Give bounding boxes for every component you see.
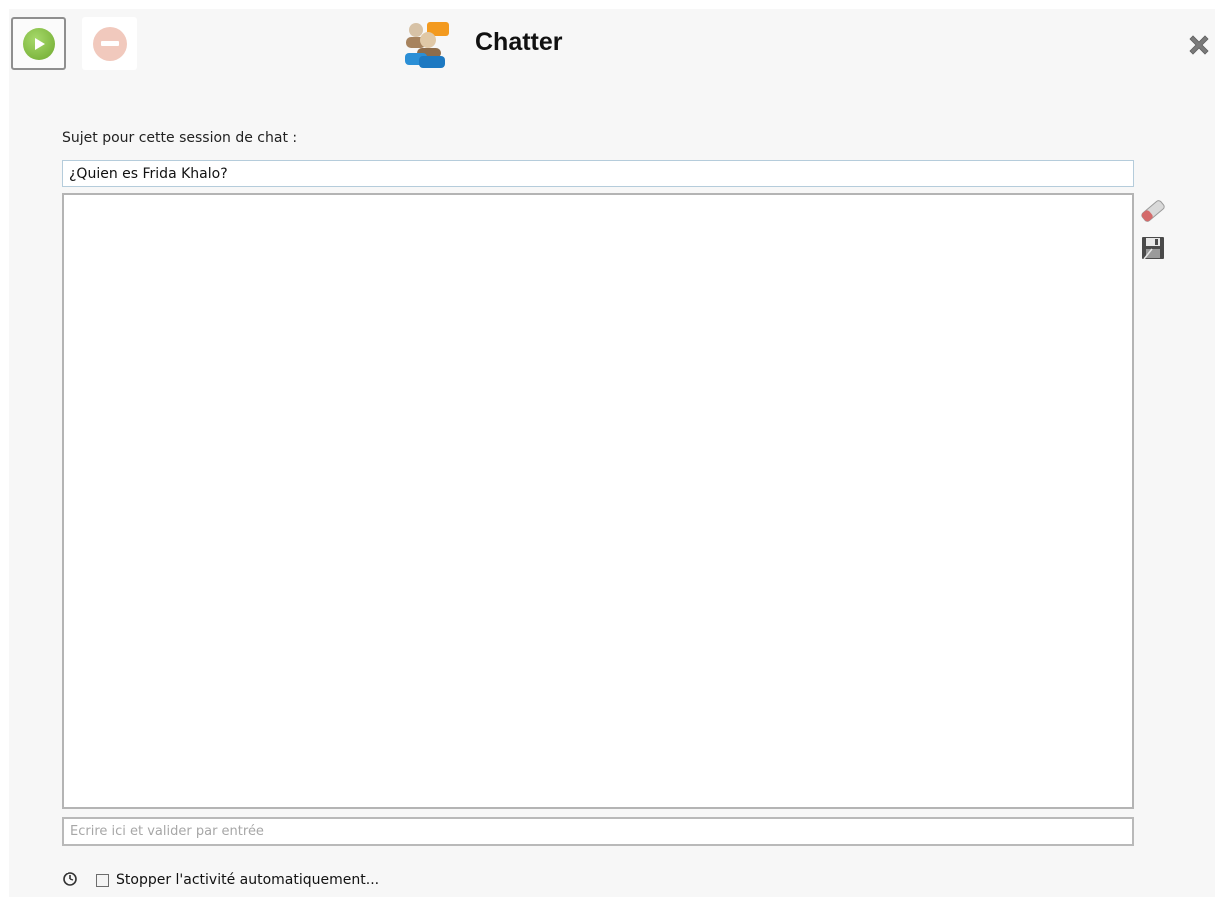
auto-stop-option[interactable]: Stopper l'activité automatiquement... xyxy=(96,872,379,888)
window-title: Chatter xyxy=(475,28,563,56)
auto-stop-label: Stopper l'activité automatiquement... xyxy=(116,872,380,888)
auto-stop-checkbox[interactable] xyxy=(96,873,109,887)
subject-input[interactable] xyxy=(62,160,1134,187)
chat-people-icon xyxy=(403,20,453,68)
chat-transcript[interactable] xyxy=(62,193,1134,809)
save-chat-button[interactable] xyxy=(1139,234,1167,262)
eraser-icon xyxy=(1141,200,1165,222)
timer-icon xyxy=(62,871,78,887)
stop-icon xyxy=(92,26,127,61)
close-icon xyxy=(1189,35,1209,55)
start-button[interactable] xyxy=(11,17,66,70)
subject-label: Sujet pour cette session de chat : xyxy=(62,130,298,146)
save-icon xyxy=(1142,237,1164,260)
close-button[interactable] xyxy=(1184,30,1214,60)
message-input[interactable] xyxy=(62,817,1134,846)
play-icon xyxy=(22,27,55,60)
stop-button[interactable] xyxy=(82,17,137,70)
clear-chat-button[interactable] xyxy=(1139,197,1167,225)
